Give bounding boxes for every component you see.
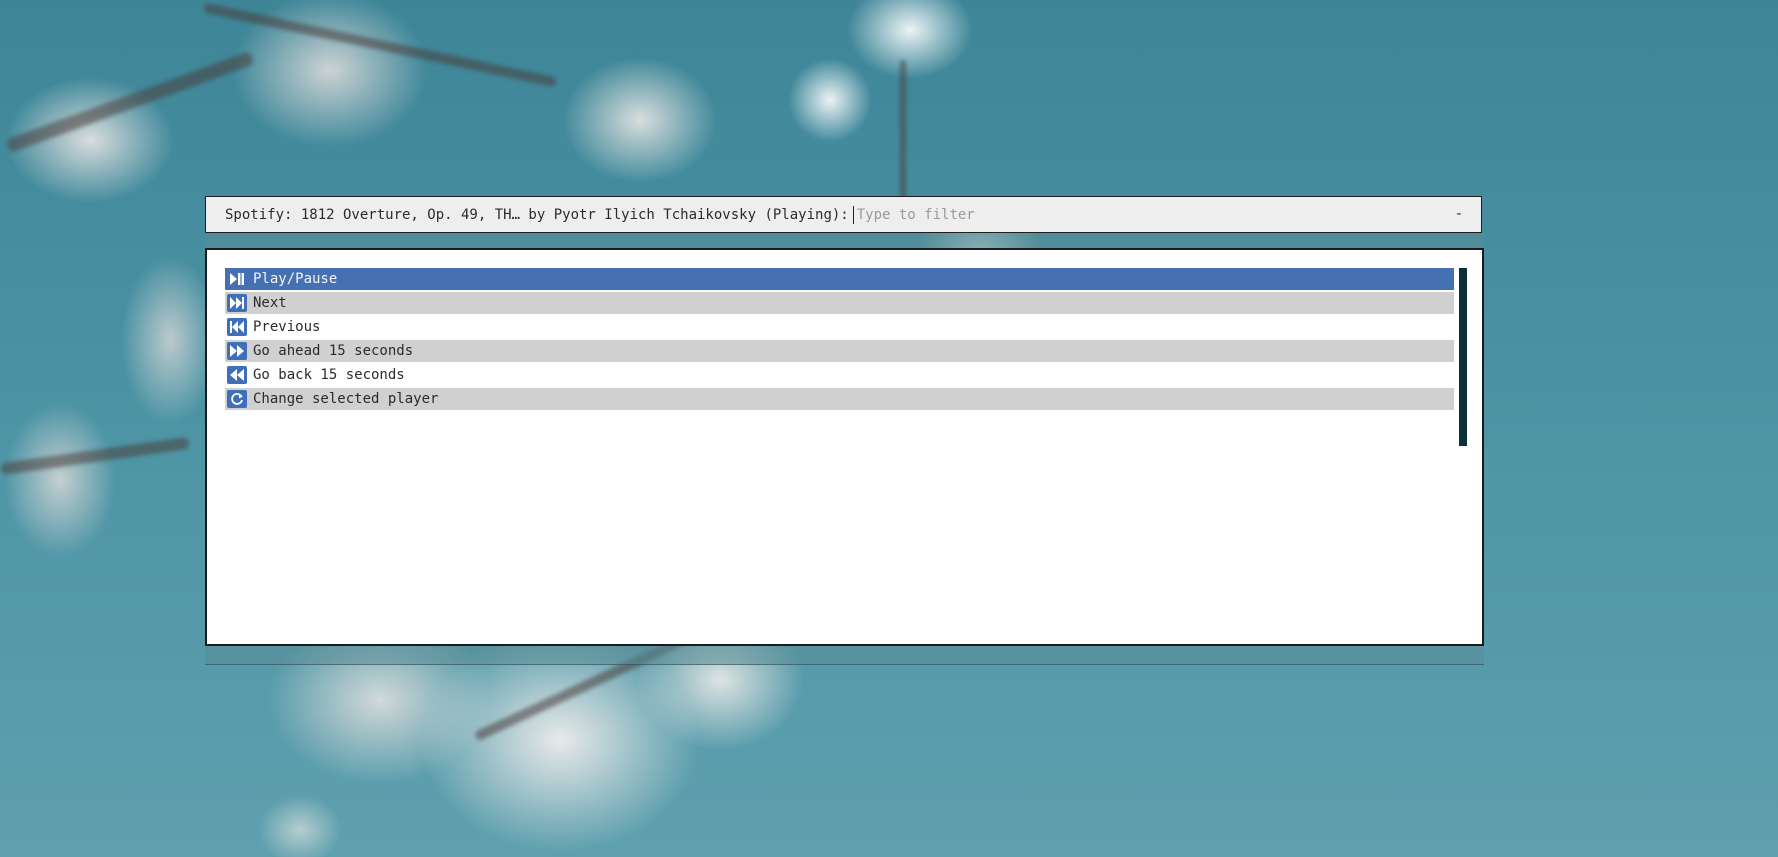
list-item-play-pause[interactable]: Play/Pause [225, 268, 1454, 290]
launcher-window: Spotify: 1812 Overture, Op. 49, TH… by P… [205, 196, 1484, 668]
list-item-go-back[interactable]: Go back 15 seconds [225, 364, 1454, 386]
window-gap [205, 233, 1484, 248]
skip-previous-icon [227, 318, 247, 336]
play-pause-icon [227, 270, 247, 288]
scrollbar[interactable] [1459, 268, 1467, 446]
wallpaper-branch [900, 60, 906, 210]
list-item-previous[interactable]: Previous [225, 316, 1454, 338]
refresh-icon [227, 390, 247, 408]
results-list: Play/Pause Next Previous Go ahead 15 sec… [225, 268, 1454, 412]
filter-input[interactable] [852, 205, 1457, 224]
list-item-label: Go ahead 15 seconds [253, 343, 414, 359]
list-item-go-ahead[interactable]: Go ahead 15 seconds [225, 340, 1454, 362]
results-panel: Play/Pause Next Previous Go ahead 15 sec… [205, 248, 1484, 646]
prompt-bar: Spotify: 1812 Overture, Op. 49, TH… by P… [205, 196, 1482, 233]
window-footer [205, 646, 1484, 665]
wallpaper-branch [5, 50, 255, 154]
list-item-label: Change selected player [253, 391, 439, 407]
minimize-button[interactable]: - [1455, 206, 1463, 222]
list-item-next[interactable]: Next [225, 292, 1454, 314]
wallpaper-branch [202, 2, 558, 88]
rewind-icon [227, 366, 247, 384]
list-item-change-player[interactable]: Change selected player [225, 388, 1454, 410]
fast-forward-icon [227, 342, 247, 360]
skip-next-icon [227, 294, 247, 312]
list-item-label: Play/Pause [253, 271, 338, 287]
wallpaper-branch [0, 436, 190, 476]
list-item-label: Previous [253, 319, 321, 335]
prompt-label: Spotify: 1812 Overture, Op. 49, TH… by P… [225, 206, 849, 223]
list-item-label: Next [253, 295, 287, 311]
list-item-label: Go back 15 seconds [253, 367, 405, 383]
